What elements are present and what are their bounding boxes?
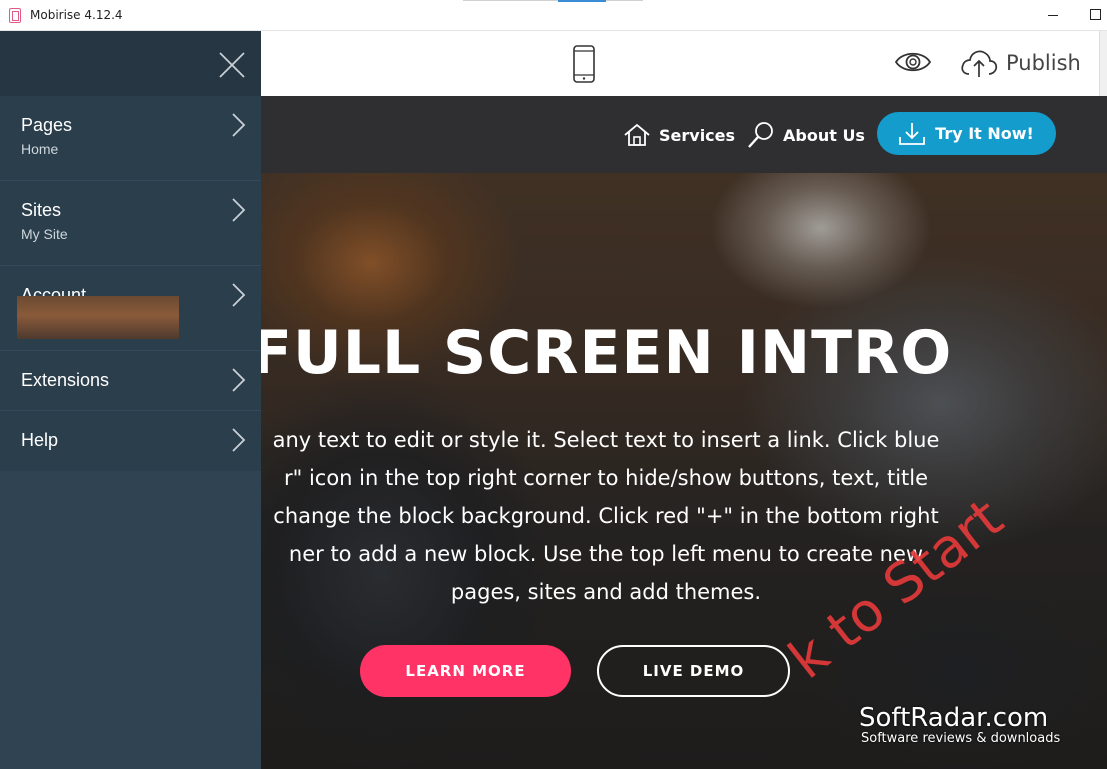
hero-text-line: change the block background. Click red "… — [273, 504, 939, 528]
nav-services-link[interactable]: Services — [623, 123, 735, 147]
try-it-now-label: Try It Now! — [935, 124, 1034, 143]
sidebar-item-label: Pages — [21, 115, 73, 135]
tab-strip — [463, 0, 643, 1]
sidebar-item-account[interactable]: Account — [0, 266, 261, 351]
window-title: Mobirise 4.12.4 — [30, 8, 123, 22]
watermark-tagline: Software reviews & downloads — [861, 731, 1061, 746]
app-icon — [9, 8, 21, 23]
learn-more-button[interactable]: LEARN MORE — [360, 645, 571, 697]
try-it-now-button[interactable]: Try It Now! — [877, 112, 1056, 155]
active-tab-indicator — [558, 0, 606, 2]
search-icon — [748, 122, 773, 148]
sidebar-item-label: Extensions — [21, 370, 110, 390]
phone-icon[interactable] — [573, 45, 595, 83]
sidebar-item-extensions[interactable]: Extensions — [0, 351, 261, 411]
chevron-right-icon — [232, 368, 246, 392]
chevron-right-icon — [232, 283, 246, 307]
sidebar-menu: Pages Home Sites My Site Account Extensi… — [0, 31, 261, 769]
sidebar-empty-area — [0, 471, 261, 769]
chevron-right-icon — [232, 428, 246, 452]
eye-icon[interactable] — [895, 50, 931, 74]
hero-text-line: any text to edit or style it. Select tex… — [272, 428, 940, 452]
sidebar-item-pages[interactable]: Pages Home — [0, 96, 261, 181]
window-titlebar: Mobirise 4.12.4 — [0, 0, 1107, 31]
live-demo-button[interactable]: LIVE DEMO — [597, 645, 790, 697]
publish-button[interactable]: Publish — [1006, 51, 1081, 75]
editor-toolbar: Publish — [261, 31, 1107, 96]
sidebar-item-label: Sites — [21, 200, 62, 220]
home-icon — [624, 123, 650, 146]
watermark-brand: SoftRadar.com — [859, 703, 1049, 733]
sidebar-item-help[interactable]: Help — [0, 411, 261, 471]
minimize-button[interactable] — [1048, 15, 1058, 16]
site-navbar: Services About Us Try It Now! — [261, 96, 1107, 173]
hero-text-line: ner to add a new block. Use the top left… — [288, 542, 924, 566]
close-icon[interactable] — [219, 52, 245, 78]
cloud-upload-icon[interactable] — [960, 48, 998, 78]
sidebar-item-sites[interactable]: Sites My Site — [0, 181, 261, 266]
nav-about-link[interactable]: About Us — [747, 121, 865, 149]
sidebar-item-sub: My Site — [21, 226, 68, 242]
nav-services-label: Services — [659, 125, 736, 145]
sidebar-item-sub: Home — [21, 141, 59, 157]
sidebar-header — [0, 31, 261, 96]
download-icon — [899, 122, 926, 145]
redacted-account-info — [17, 296, 179, 339]
hero-section: FULL SCREEN INTRO any text to edit or st… — [261, 173, 1107, 769]
chevron-right-icon — [232, 198, 246, 222]
chevron-right-icon — [232, 113, 246, 137]
nav-about-label: About Us — [783, 125, 865, 145]
maximize-button[interactable] — [1090, 9, 1101, 20]
hero-title[interactable]: FULL SCREEN INTRO — [261, 318, 951, 388]
sidebar-item-label: Help — [21, 430, 59, 450]
scrollbar[interactable] — [1099, 31, 1107, 96]
hero-text-line: r" icon in the top right corner to hide/… — [283, 466, 929, 490]
